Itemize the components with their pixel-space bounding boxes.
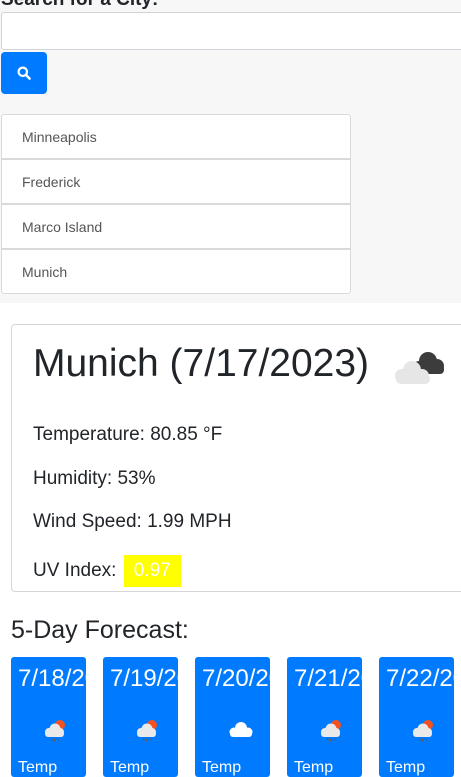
- sun-cloud-rain-icon: [413, 720, 433, 742]
- forecast-temp: Temp: [294, 759, 334, 776]
- temperature-text: Temperature: 80.85 °F: [33, 424, 223, 445]
- city-date-title: Munich (7/17/2023): [33, 342, 370, 385]
- forecast-date: 7/22/2023: [386, 665, 454, 692]
- uv-index-badge: 0.97: [123, 555, 181, 587]
- sun-cloud-rain-icon: [321, 720, 341, 742]
- forecast-date: 7/18/2023: [18, 665, 86, 692]
- forecast-day-card: 7/18/2023 Temp: [11, 657, 86, 777]
- sun-cloud-rain-icon: [137, 720, 157, 742]
- forecast-heading: 5-Day Forecast:: [11, 616, 189, 644]
- wind-speed-text: Wind Speed: 1.99 MPH: [33, 511, 232, 532]
- search-heading: Search for a City:: [1, 0, 158, 11]
- search-icon: [17, 66, 31, 80]
- clouds-icon: [395, 352, 444, 384]
- forecast-day-card: 7/22/2023 Temp: [379, 657, 454, 777]
- forecast-temp: Temp: [18, 759, 58, 776]
- forecast-day-card: 7/21/2023 Temp: [287, 657, 362, 777]
- forecast-day-card: 7/20/2023 Temp: [195, 657, 270, 777]
- forecast-temp: Temp: [202, 759, 242, 776]
- sun-cloud-rain-icon: [45, 720, 65, 742]
- search-button[interactable]: [1, 52, 47, 94]
- uv-index-label: UV Index:: [33, 560, 117, 582]
- forecast-temp: Temp: [110, 759, 150, 776]
- search-history-list: Minneapolis Frederick Marco Island Munic…: [1, 114, 351, 294]
- forecast-date: 7/20/2023: [202, 665, 270, 692]
- forecast-day-card: 7/19/2023 Temp: [103, 657, 178, 777]
- humidity-text: Humidity: 53%: [33, 468, 156, 489]
- forecast-date: 7/21/2023: [294, 665, 362, 692]
- history-item[interactable]: Munich: [1, 249, 351, 294]
- forecast-temp: Temp: [386, 759, 426, 776]
- uv-index-row: UV Index: 0.97: [33, 555, 181, 587]
- history-item[interactable]: Frederick: [1, 159, 351, 204]
- search-panel: Search for a City: Minneapolis Frederick…: [0, 0, 461, 303]
- forecast-date: 7/19/2023: [110, 665, 178, 692]
- current-weather-card: Munich (7/17/2023) Temperature: 80.85 °F…: [11, 324, 461, 592]
- city-search-input[interactable]: [1, 12, 461, 50]
- cloud-icon: [229, 722, 253, 737]
- history-item[interactable]: Marco Island: [1, 204, 351, 249]
- history-item[interactable]: Minneapolis: [1, 114, 351, 159]
